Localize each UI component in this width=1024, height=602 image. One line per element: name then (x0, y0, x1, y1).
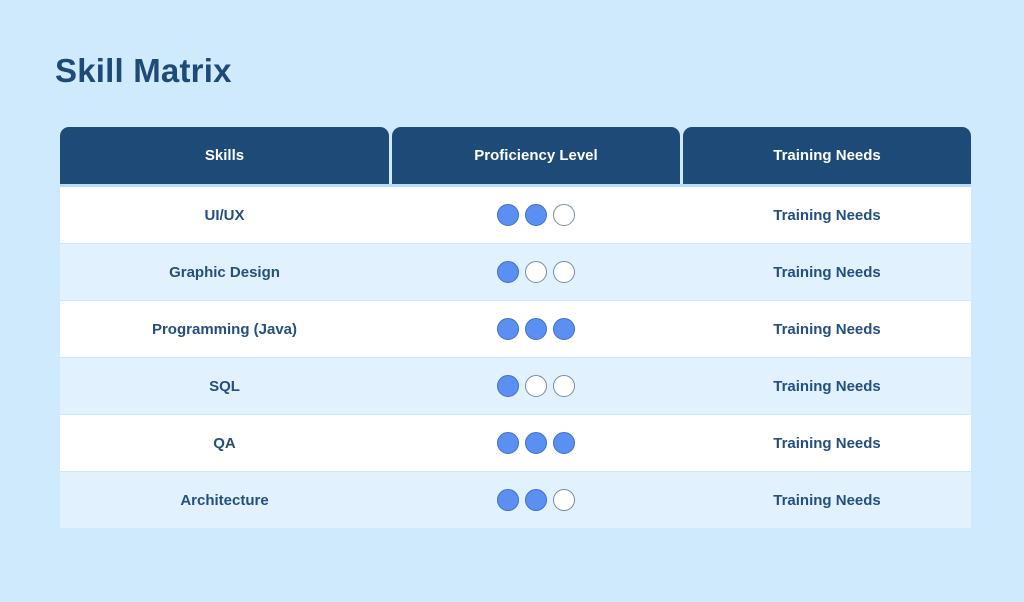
training-needs: Training Needs (773, 263, 881, 281)
table-header-row: Skills Proficiency Level Training Needs (60, 127, 971, 184)
skill-name: UI/UX (204, 206, 245, 224)
column-header-training-needs: Training Needs (683, 127, 971, 184)
table-row: Graphic Design Training Needs (60, 244, 971, 301)
skill-name: QA (213, 434, 236, 452)
proficiency-cell (392, 187, 680, 243)
table-row: UI/UX Training Needs (60, 187, 971, 244)
column-header-skills: Skills (60, 127, 389, 184)
training-needs: Training Needs (773, 377, 881, 395)
column-header-proficiency: Proficiency Level (392, 127, 680, 184)
skill-name: SQL (209, 377, 240, 395)
filled-circle-icon (553, 318, 575, 340)
empty-circle-icon (525, 375, 547, 397)
proficiency-cell (392, 301, 680, 357)
empty-circle-icon (553, 204, 575, 226)
filled-circle-icon (525, 489, 547, 511)
filled-circle-icon (497, 204, 519, 226)
skill-matrix-table: Skills Proficiency Level Training Needs … (60, 127, 971, 528)
filled-circle-icon (525, 432, 547, 454)
table-row: QA Training Needs (60, 415, 971, 472)
filled-circle-icon (525, 204, 547, 226)
filled-circle-icon (553, 432, 575, 454)
filled-circle-icon (525, 318, 547, 340)
proficiency-cell (392, 358, 680, 414)
table-row: Architecture Training Needs (60, 472, 971, 528)
page-title: Skill Matrix (55, 52, 232, 89)
empty-circle-icon (553, 489, 575, 511)
training-needs: Training Needs (773, 491, 881, 509)
proficiency-rating (497, 261, 575, 283)
table-body: UI/UX Training Needs Graphic Design Trai… (60, 187, 971, 528)
filled-circle-icon (497, 432, 519, 454)
filled-circle-icon (497, 489, 519, 511)
empty-circle-icon (525, 261, 547, 283)
filled-circle-icon (497, 375, 519, 397)
skill-name: Architecture (180, 491, 269, 509)
skill-name: Programming (Java) (151, 320, 298, 338)
empty-circle-icon (553, 261, 575, 283)
proficiency-rating (497, 204, 575, 226)
training-needs: Training Needs (773, 434, 881, 452)
training-needs: Training Needs (773, 320, 881, 338)
proficiency-cell (392, 472, 680, 528)
proficiency-rating (497, 375, 575, 397)
proficiency-cell (392, 415, 680, 471)
filled-circle-icon (497, 318, 519, 340)
proficiency-rating (497, 432, 575, 454)
training-needs: Training Needs (773, 206, 881, 224)
table-row: Programming (Java) Training Needs (60, 301, 971, 358)
empty-circle-icon (553, 375, 575, 397)
filled-circle-icon (497, 261, 519, 283)
skill-name: Graphic Design (169, 263, 280, 281)
proficiency-cell (392, 244, 680, 300)
proficiency-rating (497, 489, 575, 511)
table-row: SQL Training Needs (60, 358, 971, 415)
proficiency-rating (497, 318, 575, 340)
